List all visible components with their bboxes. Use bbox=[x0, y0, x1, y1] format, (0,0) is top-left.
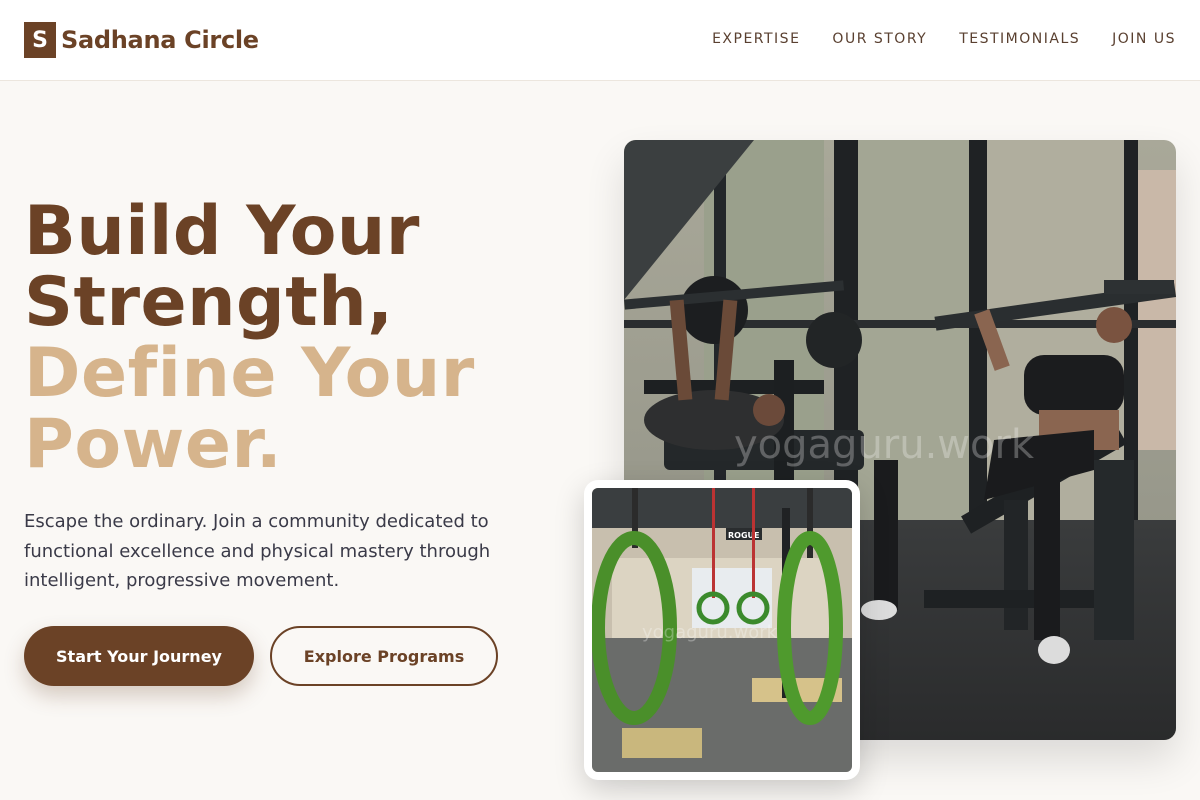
main-image-watermark: yogaguru.work bbox=[734, 422, 1035, 468]
headline-line-4: Power. bbox=[24, 405, 283, 484]
hero-secondary-image-frame: ROGUE yogaguru.work bbox=[584, 480, 860, 780]
nav-link-join-us[interactable]: JOIN US bbox=[1112, 31, 1176, 47]
explore-programs-button[interactable]: Explore Programs bbox=[270, 626, 498, 686]
logo[interactable]: S Sadhana Circle bbox=[24, 22, 259, 58]
hero-secondary-image: ROGUE yogaguru.work bbox=[592, 488, 852, 772]
hero-subtext: Escape the ordinary. Join a community de… bbox=[24, 511, 491, 591]
headline-line-2: Strength, bbox=[24, 263, 394, 342]
main-nav: EXPERTISE OUR STORY TESTIMONIALS JOIN US bbox=[680, 31, 1176, 47]
secondary-image-watermark: yogaguru.work bbox=[642, 622, 778, 643]
start-journey-button[interactable]: Start Your Journey bbox=[24, 626, 254, 686]
headline-line-3: Define Your bbox=[24, 334, 475, 413]
logo-text: Sadhana Circle bbox=[61, 26, 259, 54]
nav-link-our-story[interactable]: OUR STORY bbox=[832, 31, 927, 47]
nav-link-testimonials[interactable]: TESTIMONIALS bbox=[959, 31, 1080, 47]
logo-mark: S bbox=[24, 22, 56, 58]
nav-link-expertise[interactable]: EXPERTISE bbox=[712, 31, 800, 47]
headline-line-1: Build Your bbox=[24, 192, 420, 271]
site-header: S Sadhana Circle EXPERTISE OUR STORY TES… bbox=[0, 0, 1200, 81]
hero-headline: Build Your Strength, Define Your Power. bbox=[24, 196, 584, 480]
